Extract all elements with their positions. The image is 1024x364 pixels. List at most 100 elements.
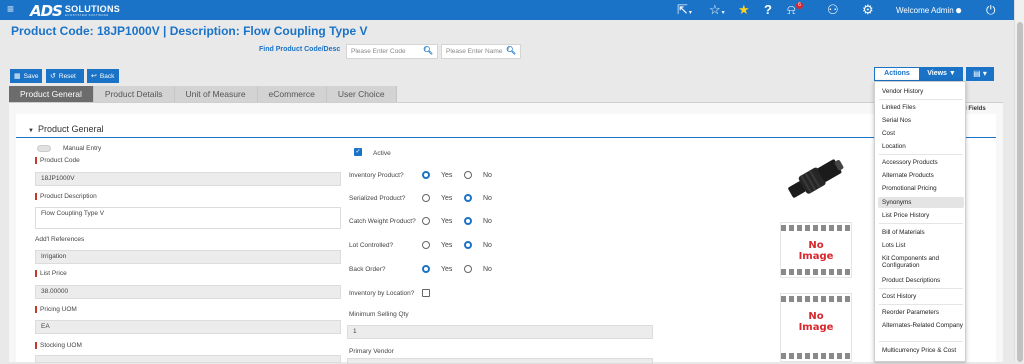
product-description-field[interactable]: Flow Coupling Type V	[35, 207, 341, 229]
menu-item-reorder-parameters[interactable]: Reorder Parameters	[882, 309, 939, 316]
catch-weight-yes-radio[interactable]	[422, 217, 430, 225]
refs-label: Add'l References	[35, 236, 85, 243]
inventory-by-location-label: Inventory by Location?	[349, 290, 415, 297]
logo-tagline: ECOSYSTEM SOFTWARE	[64, 12, 109, 17]
inventory-by-location-checkbox[interactable]	[422, 289, 430, 297]
refs-field[interactable]: Irrigation	[35, 250, 341, 264]
lot-yes-radio[interactable]	[422, 241, 430, 249]
pricing-uom-field[interactable]: EA	[35, 320, 341, 334]
find-code-input[interactable]: Please Enter Code 🔍︎	[346, 44, 438, 59]
menu-divider	[879, 288, 963, 289]
menu-item-vendor-history[interactable]: Vendor History	[882, 88, 923, 95]
hamburger-menu-icon[interactable]: ≡	[7, 2, 14, 16]
reset-button[interactable]: ↺ Reset	[46, 69, 84, 83]
primary-vendor-label: Primary Vendor	[349, 348, 394, 355]
catch-weight-label: Catch Weight Product?	[349, 218, 416, 225]
scrollbar-thumb[interactable]	[1017, 22, 1023, 362]
stocking-uom-label: Stocking UOM	[35, 342, 82, 349]
list-price-label: List Price	[35, 270, 67, 277]
help-icon[interactable]: ?	[764, 2, 772, 18]
share-icon[interactable]: ⇱▾	[677, 2, 692, 21]
active-label: Active	[373, 150, 391, 157]
menu-divider	[879, 304, 963, 305]
back-icon: ↩	[91, 73, 97, 80]
primary-vendor-field[interactable]	[347, 358, 653, 364]
menu-item-linked-files[interactable]: Linked Files	[882, 104, 916, 111]
menu-divider	[879, 154, 963, 155]
views-tab[interactable]: Views ▼	[920, 67, 963, 81]
product-code-field[interactable]: 18JP1000V	[35, 172, 341, 186]
manual-entry-toggle[interactable]	[37, 145, 51, 152]
save-button[interactable]: ▦ Save	[10, 69, 42, 83]
menu-item-alternates-related-company[interactable]: Alternates-Related Company	[882, 322, 963, 329]
tab-product-details[interactable]: Product Details	[93, 86, 175, 102]
menu-item-promotional-pricing[interactable]: Promotional Pricing	[882, 185, 937, 192]
back-order-yes-radio[interactable]	[422, 265, 430, 273]
menu-item-list-price-history[interactable]: List Price History	[882, 212, 929, 219]
catch-weight-no-radio[interactable]	[464, 217, 472, 225]
back-order-label: Back Order?	[349, 266, 386, 273]
menu-item-product-descriptions[interactable]: Product Descriptions	[882, 277, 940, 284]
serialized-yes-label: Yes	[441, 195, 453, 202]
top-navbar: ≡ ADS SOLUTIONS ECOSYSTEM SOFTWARE ⇱▾ ☆▾…	[0, 0, 1014, 20]
menu-item-location[interactable]: Location	[882, 143, 906, 150]
menu-item-serial-nos[interactable]: Serial Nos	[882, 117, 911, 124]
page-scrollbar[interactable]	[1014, 0, 1024, 362]
inventory-no-radio[interactable]	[464, 171, 472, 179]
serialized-product-label: Serialized Product?	[349, 195, 406, 202]
lot-no-radio[interactable]	[464, 241, 472, 249]
menu-item-bill-of-materials[interactable]: Bill of Materials	[882, 229, 925, 236]
tab-unit-of-measure[interactable]: Unit of Measure	[174, 86, 258, 102]
tab-ecommerce[interactable]: eCommerce	[257, 86, 327, 102]
inventory-yes-label: Yes	[441, 172, 453, 179]
menu-divider	[879, 341, 963, 342]
star-icon[interactable]: ★	[738, 2, 750, 18]
list-price-field[interactable]: 38.00000	[35, 285, 341, 299]
catch-weight-no-label: No	[483, 218, 492, 225]
back-button[interactable]: ↩ Back	[87, 69, 119, 83]
favorites-outline-icon[interactable]: ☆▾	[709, 2, 725, 21]
menu-item-cost[interactable]: Cost	[882, 130, 895, 137]
users-icon[interactable]: ⚇	[827, 2, 839, 18]
min-selling-qty-label: Minimum Selling Qty	[349, 311, 409, 318]
user-avatar-icon[interactable]: ●	[955, 2, 962, 18]
product-tabs: Product General Product Details Unit of …	[9, 86, 397, 102]
serialized-no-label: No	[483, 195, 492, 202]
menu-item-alternate-products[interactable]: Alternate Products	[882, 172, 934, 179]
lot-controlled-label: Lot Controlled?	[349, 242, 394, 249]
lot-yes-label: Yes	[441, 242, 453, 249]
search-icon[interactable]: 🔍︎	[506, 46, 516, 55]
page-title: Product Code: 18JP1000V | Description: F…	[11, 24, 368, 38]
settings-gear-icon[interactable]: ⚙	[862, 2, 874, 18]
menu-item-accessory-products[interactable]: Accessory Products	[882, 159, 938, 166]
menu-item-multicurrency[interactable]: Multicurrency Price & Cost	[882, 347, 956, 354]
actions-tab[interactable]: Actions	[874, 67, 920, 81]
product-photo	[788, 159, 844, 198]
back-order-no-radio[interactable]	[464, 265, 472, 273]
menu-item-synonyms[interactable]: Synonyms	[882, 199, 911, 206]
inventory-yes-radio[interactable]	[422, 171, 430, 179]
active-checkbox[interactable]: ✓	[354, 148, 362, 156]
serialized-no-radio[interactable]	[464, 194, 472, 202]
no-image-placeholder: No Image	[780, 222, 852, 278]
menu-divider	[879, 223, 963, 224]
find-name-input[interactable]: Please Enter Name 🔍︎	[441, 44, 521, 59]
layout-menu-button[interactable]: ▤ ▾	[966, 67, 994, 81]
serialized-yes-radio[interactable]	[422, 194, 430, 202]
inventory-product-label: Inventory Product?	[349, 172, 404, 179]
company-logo[interactable]: ADS SOLUTIONS ECOSYSTEM SOFTWARE	[30, 1, 120, 20]
menu-item-kit-components[interactable]: Kit Components and Configuration	[882, 255, 965, 269]
tab-user-choice[interactable]: User Choice	[326, 86, 397, 102]
bell-icon[interactable]: ⍾	[787, 2, 796, 18]
menu-item-lots-list[interactable]: Lots List	[882, 242, 905, 249]
section-divider	[16, 137, 996, 138]
logo-mark: ADS	[30, 1, 63, 20]
tab-product-general[interactable]: Product General	[9, 86, 94, 102]
min-selling-qty-field[interactable]: 1	[347, 325, 653, 339]
pricing-uom-label: Pricing UOM	[35, 306, 77, 313]
menu-item-cost-history[interactable]: Cost History	[882, 293, 916, 300]
power-icon[interactable]: ⏻	[986, 2, 996, 18]
section-header[interactable]: ▼ Product General	[28, 124, 104, 134]
fields-label: d Fields	[963, 106, 986, 112]
search-icon[interactable]: 🔍︎	[423, 46, 433, 55]
